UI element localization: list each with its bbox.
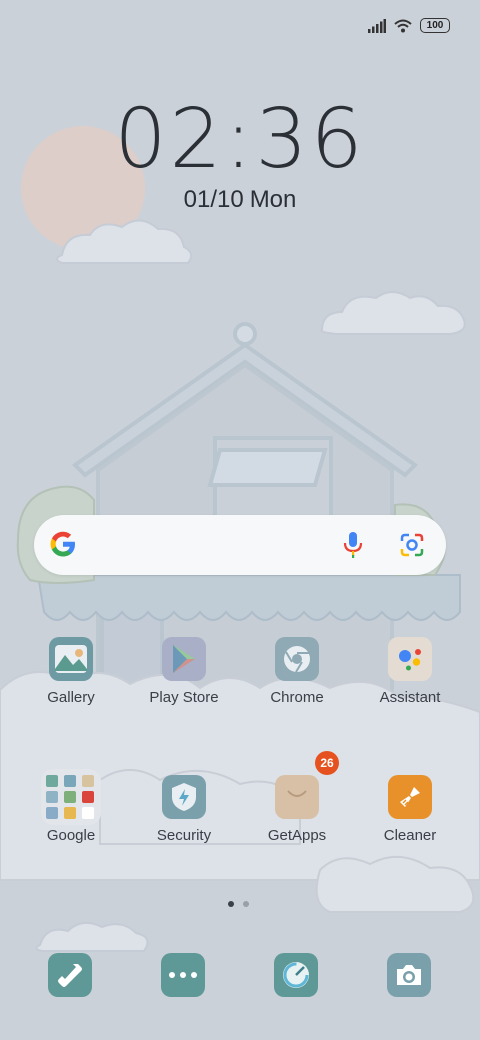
google-lens-icon[interactable] [398, 531, 426, 559]
app-assistant[interactable]: Assistant [360, 637, 460, 706]
app-play-store[interactable]: Play Store [134, 637, 234, 706]
page-indicator [228, 901, 249, 907]
app-label: Security [156, 827, 212, 844]
app-gallery[interactable]: Gallery [21, 637, 121, 706]
browser-icon [283, 962, 309, 988]
app-label: Assistant [379, 689, 441, 706]
microphone-icon[interactable] [342, 530, 364, 560]
app-label: Chrome [270, 689, 324, 706]
weekday-text: Mon [249, 186, 297, 213]
browser-app-button[interactable] [274, 953, 318, 997]
app-chrome[interactable]: Chrome [247, 637, 347, 706]
phone-app-button[interactable] [48, 953, 92, 997]
app-label: Play Store [149, 689, 219, 706]
security-icon [162, 775, 206, 819]
page-dot-active [228, 901, 234, 907]
clock-time[interactable]: 02:36 [0, 92, 480, 187]
google-search-bar[interactable] [34, 515, 446, 575]
awning-shape [36, 574, 461, 621]
cleaner-icon [388, 775, 432, 819]
google-folder-icon [41, 769, 101, 825]
notification-badge: 26 [315, 751, 339, 775]
date-text: 01/10 [183, 186, 244, 213]
page-dot [243, 901, 249, 907]
google-g-icon [50, 531, 75, 557]
app-label: GetApps [267, 827, 327, 844]
assistant-icon [388, 637, 432, 681]
getapps-icon: 26 [275, 751, 339, 819]
more-icon [169, 972, 197, 978]
signal-icon [368, 18, 386, 33]
chrome-icon [275, 637, 319, 681]
app-security[interactable]: Security [134, 775, 234, 844]
play-store-icon [162, 637, 206, 681]
wifi-icon [394, 19, 412, 32]
status-bar: 100 [368, 18, 450, 33]
clock-date[interactable]: 01/10 Mon [0, 186, 480, 214]
gallery-icon [49, 637, 93, 681]
app-cleaner[interactable]: Cleaner [360, 775, 460, 844]
camera-app-button[interactable] [387, 953, 431, 997]
app-label: Google [46, 827, 96, 844]
phone-icon [58, 964, 82, 987]
app-label: Cleaner [383, 827, 437, 844]
app-google-folder[interactable]: Google [21, 769, 121, 844]
app-getapps[interactable]: 26 GetApps [247, 751, 347, 844]
app-label: Gallery [47, 689, 95, 706]
more-apps-button[interactable] [161, 953, 205, 997]
camera-icon [397, 965, 421, 985]
battery-indicator: 100 [420, 18, 450, 33]
